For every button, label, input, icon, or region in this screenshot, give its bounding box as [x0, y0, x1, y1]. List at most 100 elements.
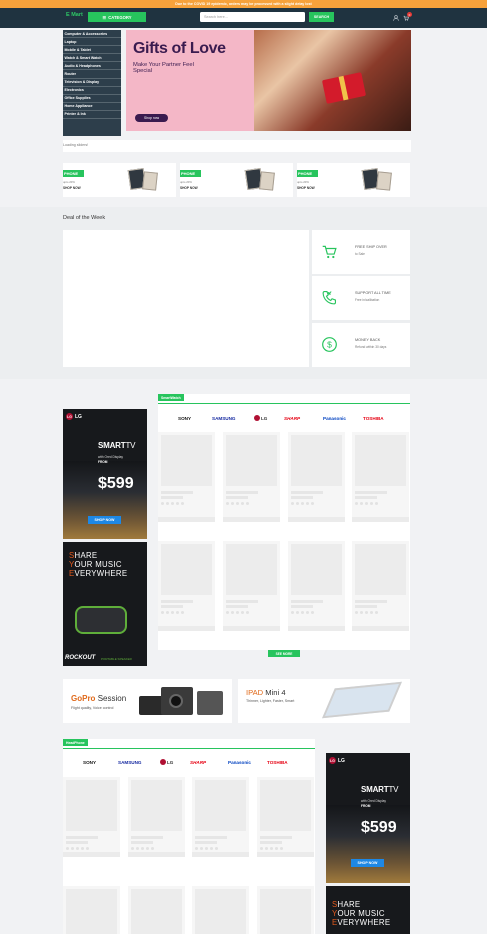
product-card-placeholder[interactable]: [128, 886, 185, 934]
star-icon: [171, 502, 174, 505]
brand-panasonic[interactable]: Panasonic: [323, 416, 346, 421]
product-card-placeholder[interactable]: [257, 886, 314, 934]
brand-sharp[interactable]: SHARP: [190, 760, 206, 765]
shop-now-button[interactable]: SHOP NOW: [351, 859, 384, 867]
menu-item[interactable]: Printer & Ink: [63, 111, 121, 120]
feature-title: MONEY BACK: [355, 338, 381, 342]
rating-placeholder: [355, 611, 378, 614]
user-icon[interactable]: [393, 15, 399, 21]
promo-shop-link[interactable]: SHOP NOW: [180, 186, 198, 190]
lg-smarttv-ad[interactable]: LG LG SMARTTV with Ored Display FROM $599 …: [63, 409, 147, 539]
tablet-image: [259, 171, 275, 191]
speaker-image: [75, 606, 127, 634]
city-skyline-image: [63, 461, 147, 539]
hero-shop-button[interactable]: Shop now: [135, 114, 168, 122]
add-to-cart-placeholder[interactable]: [223, 626, 280, 631]
add-to-cart-placeholder[interactable]: [158, 626, 215, 631]
menu-item[interactable]: Watch & Smart Watch: [63, 54, 121, 63]
site-logo[interactable]: E Mart: [66, 12, 83, 18]
menu-item[interactable]: Computer & Accessories: [63, 30, 121, 39]
share-music-line: YOUR MUSIC: [69, 560, 127, 569]
product-card-placeholder[interactable]: [192, 777, 249, 857]
add-to-cart-placeholder[interactable]: [352, 626, 409, 631]
add-to-cart-placeholder[interactable]: [128, 852, 185, 857]
star-icon: [365, 502, 368, 505]
promo-box[interactable]: PHONE upto 20% SHOP NOW: [63, 163, 176, 197]
star-icon: [76, 847, 79, 850]
product-card-placeholder[interactable]: [158, 432, 215, 522]
product-card-placeholder[interactable]: [352, 541, 409, 631]
brand-toshiba[interactable]: TOSHIBA: [267, 760, 288, 765]
phone-icon: [322, 290, 337, 305]
brand-sharp[interactable]: SHARP: [284, 416, 300, 421]
menu-item[interactable]: Office Supplies: [63, 95, 121, 103]
feature-support: SUPPORT ALL TIME Free in/calibation: [312, 276, 410, 320]
ipad-ad[interactable]: IPAD Mini 4 Thinner, Lighter, Faster, Sm…: [238, 679, 410, 723]
add-to-cart-placeholder[interactable]: [288, 626, 345, 631]
product-card-placeholder[interactable]: [63, 886, 120, 934]
star-icon: [226, 502, 229, 505]
add-to-cart-placeholder[interactable]: [158, 517, 215, 522]
lg-smarttv-ad[interactable]: LG LG SMARTTV with Ored Display FROM $599 …: [326, 753, 410, 883]
star-icon: [195, 847, 198, 850]
promo-box[interactable]: PHONE upto 20% SHOP NOW: [180, 163, 293, 197]
brand-samsung[interactable]: SAMSUNG: [118, 760, 141, 765]
menu-item[interactable]: Audio & Headphones: [63, 62, 121, 71]
product-card-placeholder[interactable]: [257, 777, 314, 857]
cart-count-badge: 0: [407, 12, 412, 17]
search-input[interactable]: Search here...: [200, 12, 305, 22]
brand-lg[interactable]: LG: [160, 759, 173, 765]
product-card-placeholder[interactable]: [192, 886, 249, 934]
product-title-placeholder: [226, 491, 258, 494]
tab-headphone[interactable]: HeadPhone: [63, 739, 88, 747]
brand-sony[interactable]: SONY: [178, 416, 191, 421]
lg-dot-icon: [160, 759, 166, 765]
rockout-speaker-ad[interactable]: SHARE YOUR MUSIC EVERYWHERE: [326, 886, 410, 934]
svg-text:$: $: [327, 339, 332, 349]
shop-now-button[interactable]: SHOP NOW: [88, 516, 121, 524]
product-card-placeholder[interactable]: [158, 541, 215, 631]
brand-samsung[interactable]: SAMSUNG: [212, 416, 235, 421]
brand-sony[interactable]: SONY: [83, 760, 96, 765]
product-image-placeholder: [195, 780, 246, 831]
product-card-placeholder[interactable]: [63, 777, 120, 857]
product-card-placeholder[interactable]: [352, 432, 409, 522]
product-card-placeholder[interactable]: [288, 541, 345, 631]
search-button[interactable]: SEARCH: [309, 12, 334, 22]
promo-box[interactable]: PHONE upto 20% SHOP NOW: [297, 163, 410, 197]
brand-toshiba[interactable]: TOSHIBA: [363, 416, 384, 421]
ipad-subtitle: Thinner, Lighter, Faster, Smart: [246, 699, 295, 703]
add-to-cart-placeholder[interactable]: [288, 517, 345, 522]
brand-lg[interactable]: LG: [254, 415, 267, 421]
add-to-cart-placeholder[interactable]: [63, 852, 120, 857]
menu-item[interactable]: Home Appliance: [63, 103, 121, 111]
brand-panasonic[interactable]: Panasonic: [228, 760, 251, 765]
lg-logo: LG LG: [66, 413, 82, 420]
menu-item[interactable]: Router: [63, 70, 121, 79]
tab-smartwatch[interactable]: SmartWatch: [158, 394, 184, 402]
gopro-ad[interactable]: GoPro Session Flight quality, Voice cont…: [63, 679, 232, 723]
product-card-placeholder[interactable]: [223, 432, 280, 522]
add-to-cart-placeholder[interactable]: [223, 517, 280, 522]
add-to-cart-placeholder[interactable]: [257, 852, 314, 857]
add-to-cart-placeholder[interactable]: [352, 517, 409, 522]
hero-banner[interactable]: Gifts of Love Make Your Partner Feel Spe…: [126, 30, 411, 131]
menu-item[interactable]: Mobile & Tablet: [63, 46, 121, 55]
product-card-placeholder[interactable]: [128, 777, 185, 857]
product-image-placeholder: [161, 435, 212, 486]
menu-item[interactable]: Television & Display: [63, 79, 121, 87]
add-to-cart-placeholder[interactable]: [192, 852, 249, 857]
rockout-speaker-ad[interactable]: SHARE YOUR MUSIC EVERYWHERE ROCKOUT PORT…: [63, 542, 147, 666]
product-card-placeholder[interactable]: [288, 432, 345, 522]
promo-shop-link[interactable]: SHOP NOW: [297, 186, 315, 190]
category-button[interactable]: ☰ CATEGORY: [88, 12, 146, 22]
star-icon: [260, 847, 263, 850]
star-icon: [146, 847, 149, 850]
menu-item[interactable]: Laptop: [63, 38, 121, 47]
rating-placeholder: [161, 611, 184, 614]
see-more-button[interactable]: SEE MORE: [268, 650, 300, 657]
deal-panel: [63, 230, 309, 367]
promo-shop-link[interactable]: SHOP NOW: [63, 186, 81, 190]
product-card-placeholder[interactable]: [223, 541, 280, 631]
menu-item[interactable]: Electronics: [63, 87, 121, 95]
